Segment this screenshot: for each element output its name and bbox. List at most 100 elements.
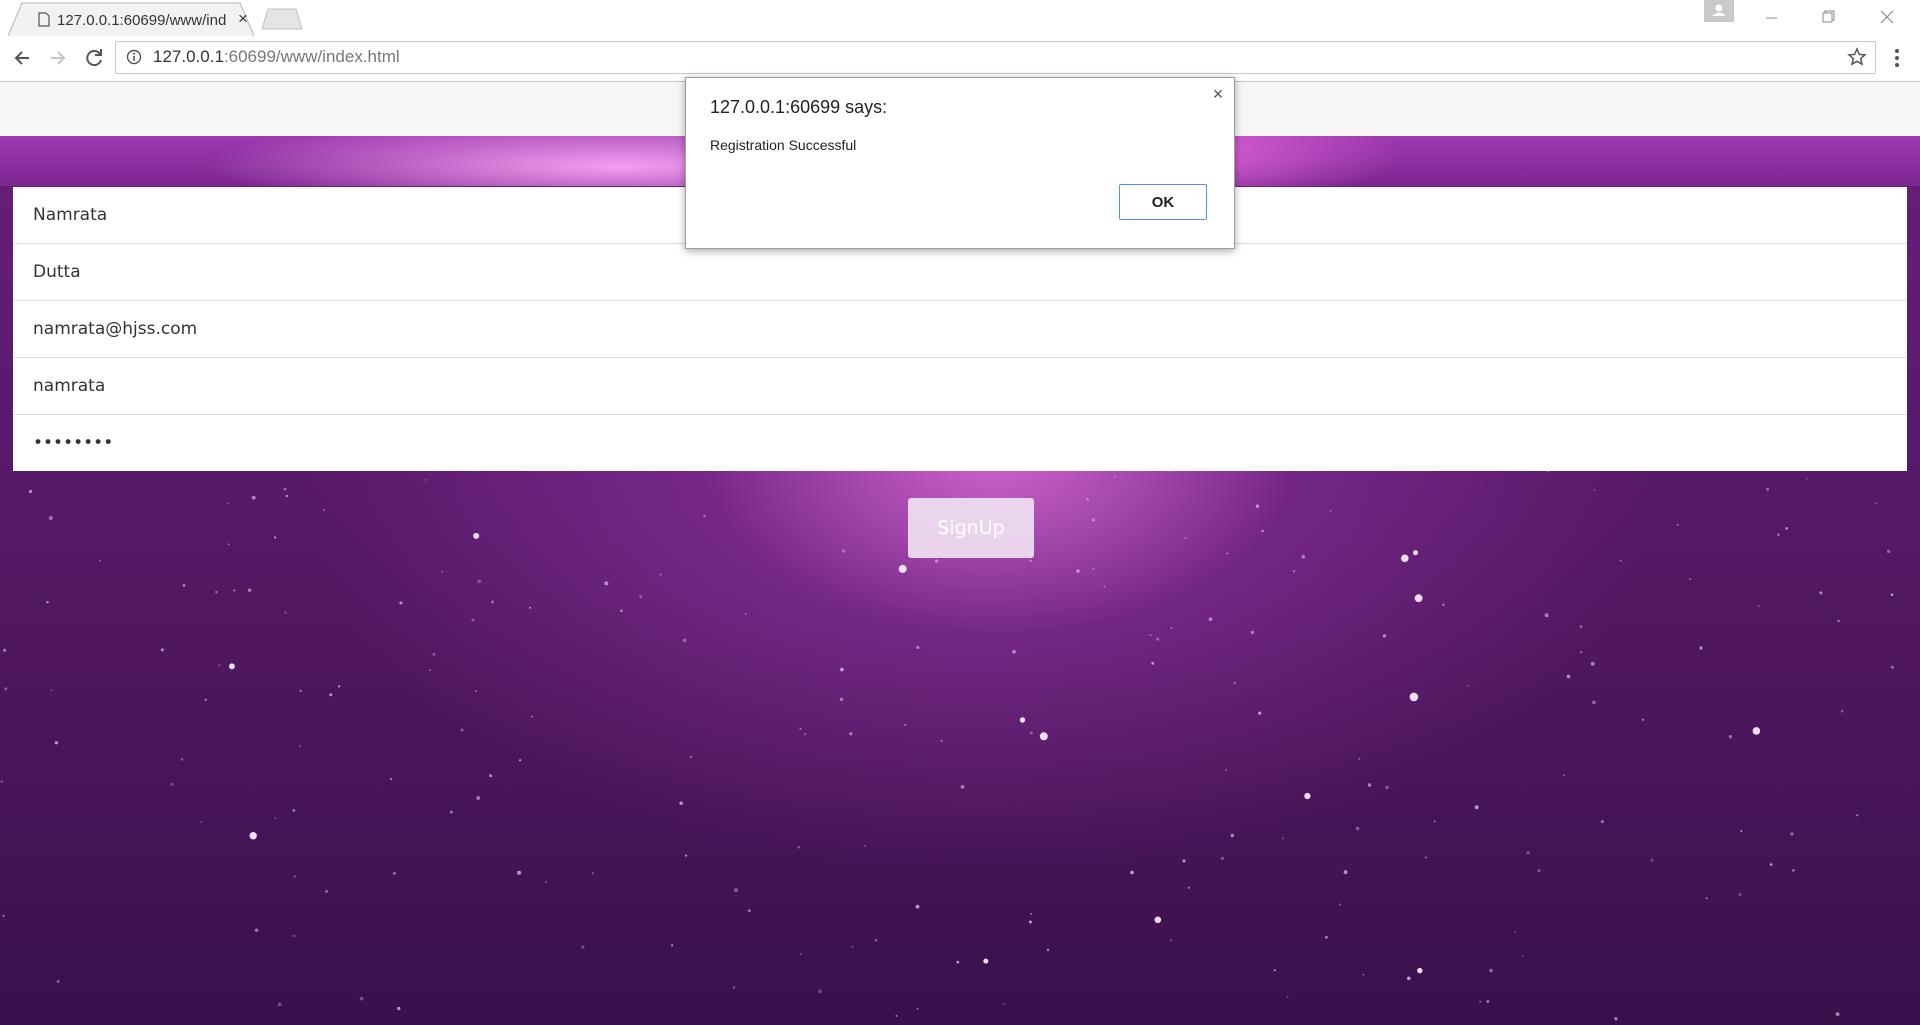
- menu-dots-icon[interactable]: [1892, 44, 1902, 72]
- star-dot: [0, 780, 3, 783]
- star-dot: [956, 960, 960, 964]
- restore-icon[interactable]: [1806, 4, 1852, 30]
- star-dot: [1566, 674, 1571, 679]
- star-dot: [1619, 559, 1622, 562]
- alert-dialog: 127.0.0.1:60699 says: × Registration Suc…: [685, 77, 1235, 249]
- star-dot: [747, 909, 751, 913]
- forward-arrow-icon[interactable]: [44, 44, 72, 72]
- star-dot: [1424, 856, 1427, 859]
- back-arrow-icon[interactable]: [8, 44, 36, 72]
- star-dot: [1367, 783, 1372, 787]
- star-dot: [1837, 619, 1840, 623]
- star-dot: [1856, 814, 1859, 817]
- star-dot: [1479, 1000, 1482, 1003]
- star-dot: [1151, 661, 1155, 665]
- reload-icon[interactable]: [80, 44, 108, 72]
- star-dot: [48, 516, 53, 520]
- password-field[interactable]: [13, 415, 1907, 471]
- star-dot: [1358, 757, 1361, 761]
- star-dot: [28, 489, 33, 494]
- star-dot: [1840, 709, 1844, 713]
- star-dot: [1343, 870, 1348, 875]
- star-dot: [1592, 700, 1596, 705]
- star-dot: [839, 697, 844, 702]
- star-dot: [1699, 646, 1703, 650]
- dialog-message: Registration Successful: [710, 137, 857, 153]
- star-dot: [1086, 498, 1089, 501]
- star-dot: [1281, 837, 1284, 840]
- tab-close-icon[interactable]: ×: [234, 10, 252, 28]
- info-icon[interactable]: [126, 49, 142, 65]
- star-dot: [1752, 727, 1761, 735]
- star-dot: [1149, 634, 1152, 637]
- star-dot: [54, 741, 59, 745]
- star-dot: [299, 745, 302, 748]
- star-dot: [841, 549, 846, 553]
- star-dot: [1401, 554, 1409, 563]
- star-dot: [1409, 692, 1419, 702]
- dialog-close-icon[interactable]: ×: [1210, 85, 1226, 103]
- username-row: [13, 358, 1907, 415]
- star-dot: [476, 796, 481, 800]
- star-dot: [1030, 912, 1033, 915]
- star-dot: [1233, 681, 1236, 685]
- star-dot: [1526, 851, 1530, 855]
- star-dot: [397, 1006, 401, 1011]
- star-dot: [1091, 518, 1095, 522]
- star-dot: [1514, 931, 1516, 934]
- star-dot: [46, 601, 49, 604]
- star-dot: [389, 777, 393, 781]
- url-host: 127.0.0.1: [153, 47, 224, 66]
- star-dot: [581, 945, 585, 949]
- star-dot: [1467, 685, 1470, 687]
- star-dot: [1130, 870, 1134, 875]
- profile-avatar-icon[interactable]: [1704, 0, 1734, 22]
- star-dot: [1766, 487, 1769, 491]
- star-dot: [1792, 869, 1795, 872]
- tab-strip: 127.0.0.1:60699/www/index.html ×: [0, 0, 1920, 36]
- star-dot: [182, 584, 186, 587]
- star-dot: [682, 638, 687, 643]
- star-dot: [359, 996, 364, 1001]
- star-dot: [233, 589, 236, 592]
- star-dot: [1329, 510, 1332, 512]
- star-dot: [1019, 717, 1026, 723]
- star-dot: [545, 881, 547, 883]
- star-dot: [1076, 569, 1080, 573]
- star-dot: [170, 782, 174, 786]
- address-bar[interactable]: 127.0.0.1:60699/www/index.html: [115, 41, 1876, 74]
- email-field[interactable]: [13, 301, 1907, 357]
- star-dot: [1474, 805, 1479, 810]
- star-dot: [299, 689, 302, 693]
- star-dot: [285, 494, 288, 498]
- close-window-icon[interactable]: [1864, 4, 1910, 30]
- star-dot: [251, 495, 256, 500]
- star-dot: [1769, 863, 1773, 866]
- username-field[interactable]: [13, 358, 1907, 414]
- new-tab-button[interactable]: [260, 8, 304, 30]
- star-dot: [1738, 893, 1742, 896]
- bookmark-star-icon[interactable]: [1847, 47, 1867, 67]
- signup-button[interactable]: SignUp: [908, 498, 1034, 558]
- minimize-icon[interactable]: [1748, 4, 1794, 30]
- browser-tab[interactable]: 127.0.0.1:60699/www/index.html ×: [8, 2, 256, 36]
- star-dot: [934, 559, 939, 563]
- star-dot: [1489, 968, 1493, 973]
- star-dot: [639, 595, 643, 599]
- star-dot: [689, 756, 692, 758]
- star-dot: [292, 809, 296, 812]
- last-name-field[interactable]: [13, 244, 1907, 300]
- dialog-title: 127.0.0.1:60699 says:: [710, 97, 888, 117]
- star-dot: [517, 870, 522, 875]
- dialog-ok-button[interactable]: OK: [1119, 184, 1207, 220]
- star-dot: [1092, 567, 1095, 570]
- star-dot: [247, 588, 252, 592]
- star-dot: [671, 944, 674, 947]
- star-dot: [1590, 661, 1595, 666]
- star-dot: [50, 689, 53, 692]
- star-dot: [329, 693, 333, 697]
- star-dot: [1886, 549, 1891, 554]
- star-dot: [277, 1002, 282, 1007]
- star-dot: [274, 817, 277, 819]
- tab-title: 127.0.0.1:60699/www/index.html: [57, 12, 227, 29]
